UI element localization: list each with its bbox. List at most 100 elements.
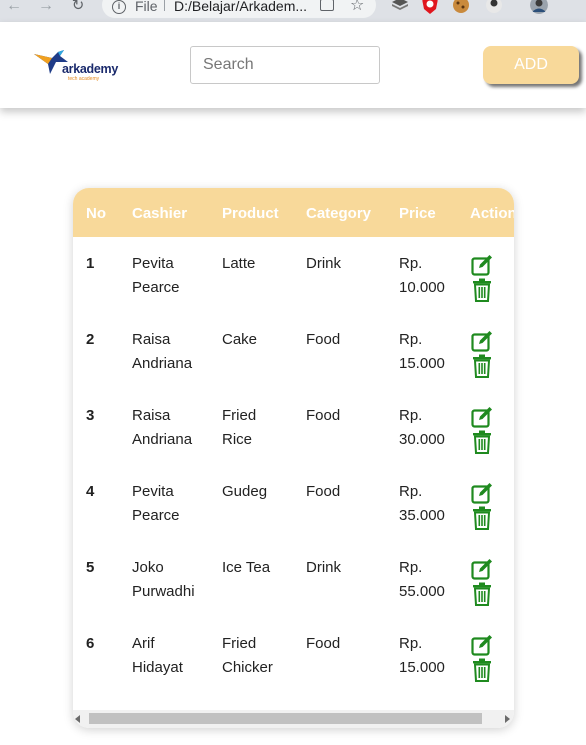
cell-price: Rp. 15.000 [399, 632, 445, 680]
address-bar[interactable]: i File D:/Belajar/Arkadem... ☆ [102, 0, 376, 18]
cell-cashier-line: Andriana [132, 355, 193, 372]
cell-cashier: Pevita Pearce [132, 480, 180, 528]
extension-layers-icon[interactable] [392, 0, 408, 10]
url-text[interactable]: D:/Belajar/Arkadem... [174, 0, 314, 14]
transactions-table: No Cashier Product Category Price Action… [73, 188, 514, 728]
edit-icon[interactable] [471, 254, 493, 276]
row-actions [471, 406, 493, 454]
cell-cashier-line: Pearce [132, 507, 180, 524]
trash-icon[interactable] [471, 354, 493, 378]
logo-wordmark: arkademy [62, 62, 118, 76]
arkademy-logo[interactable]: arkademy tech academy [34, 48, 130, 84]
edit-icon[interactable] [471, 558, 493, 580]
logo-tagline: tech academy [68, 76, 100, 82]
bookmark-star-icon[interactable]: ☆ [350, 0, 364, 15]
cell-product: Ice Tea [222, 556, 270, 580]
cell-cashier-line: Pevita [132, 483, 174, 500]
row-actions [471, 482, 493, 530]
column-header-no: No [86, 205, 106, 222]
cell-cashier-line: Raisa [132, 331, 171, 348]
cell-price: Rp. 30.000 [399, 404, 445, 452]
cell-category: Food [306, 483, 341, 500]
cell-category: Drink [306, 255, 342, 272]
trash-icon[interactable] [471, 430, 493, 454]
profile-avatar-icon[interactable] [530, 0, 548, 14]
table-header: No Cashier Product Category Price Action [73, 188, 514, 237]
trash-icon[interactable] [471, 278, 493, 302]
table-row: 4 Pevita Pearce Gudeg Food Rp. 35.000 [73, 480, 514, 556]
cell-cashier-line: Pevita [132, 255, 174, 272]
table-row: 2 Raisa Andriana Cake Food Rp. 15.000 [73, 328, 514, 404]
cell-price-line: Rp. [399, 407, 423, 424]
cell-product-line: Ice Tea [222, 559, 271, 576]
column-header-price: Price [399, 205, 436, 222]
horizontal-scrollbar[interactable] [73, 710, 514, 728]
edit-icon[interactable] [471, 406, 493, 428]
cell-price: Rp. 55.000 [399, 556, 445, 604]
cell-price-line: 10.000 [399, 279, 445, 296]
table-row: 5 Joko Purwadhi Ice Tea Drink Rp. 55.000 [73, 556, 514, 632]
cell-cashier: Pevita Pearce [132, 252, 180, 300]
cell-price-line: 30.000 [399, 431, 445, 448]
cell-product-line: Latte [222, 255, 256, 272]
trash-icon[interactable] [471, 506, 493, 530]
table-row: 6 Arif Hidayat Fried Chicker Food Rp. 15.000 [73, 632, 514, 708]
cell-price-line: 15.000 [399, 659, 445, 676]
cell-product: Cake [222, 328, 257, 352]
search-input[interactable] [190, 46, 380, 84]
edit-icon[interactable] [471, 330, 493, 352]
cell-no: 5 [86, 559, 95, 576]
edit-icon[interactable] [471, 482, 493, 504]
trash-icon[interactable] [471, 658, 493, 682]
cell-product: Fried Chicker [222, 632, 273, 680]
cell-cashier-line: Joko [132, 559, 164, 576]
back-arrow-icon[interactable]: ← [6, 0, 22, 16]
browser-toolbar: ← → ↻ i File D:/Belajar/Arkadem... ☆ [0, 0, 586, 22]
cell-no: 2 [86, 331, 95, 348]
cell-price: Rp. 15.000 [399, 328, 445, 376]
translate-icon[interactable] [320, 0, 334, 11]
extension-cookie-icon[interactable] [452, 0, 470, 14]
cell-price-line: 55.000 [399, 583, 445, 600]
column-header-cashier: Cashier [132, 205, 188, 222]
cell-price-line: Rp. [399, 483, 423, 500]
info-icon[interactable]: i [112, 0, 126, 14]
add-button[interactable]: ADD [483, 46, 579, 84]
column-header-category: Category [306, 205, 372, 222]
edit-icon[interactable] [471, 634, 493, 656]
cell-category: Food [306, 407, 341, 424]
cell-cashier-line: Andriana [132, 431, 193, 448]
address-divider [164, 0, 165, 11]
table-row: 1 Pevita Pearce Latte Drink Rp. 10.000 [73, 252, 514, 328]
cell-price-line: 15.000 [399, 355, 445, 372]
scroll-left-arrow-icon[interactable] [75, 715, 80, 723]
cell-product-line: Chicker [222, 659, 273, 676]
cell-no: 3 [86, 407, 95, 424]
cell-cashier-line: Hidayat [132, 659, 183, 676]
scroll-right-arrow-icon[interactable] [505, 715, 510, 723]
row-actions [471, 634, 493, 682]
trash-icon[interactable] [471, 582, 493, 606]
cell-cashier: Raisa Andriana [132, 328, 192, 376]
cell-category: Drink [306, 559, 342, 576]
cell-product: Fried Rice [222, 404, 256, 452]
cell-category: Food [306, 635, 341, 652]
forward-arrow-icon[interactable]: → [38, 0, 54, 16]
extension-shield-icon[interactable] [421, 0, 439, 14]
cell-no: 1 [86, 255, 95, 272]
reload-icon[interactable]: ↻ [70, 0, 86, 16]
cell-cashier-line: Pearce [132, 279, 180, 296]
row-actions [471, 330, 493, 378]
cell-cashier: Joko Purwadhi [132, 556, 195, 604]
cell-cashier-line: Raisa [132, 407, 171, 424]
table-row: 3 Raisa Andriana Fried Rice Food Rp. 30.000 [73, 404, 514, 480]
cell-price: Rp. 10.000 [399, 252, 445, 300]
cell-price-line: Rp. [399, 635, 423, 652]
url-scheme: File [135, 0, 158, 14]
cell-product-line: Gudeg [222, 483, 268, 500]
scrollbar-thumb[interactable] [89, 713, 482, 724]
cell-product: Gudeg [222, 480, 267, 504]
cell-cashier-line: Purwadhi [132, 583, 195, 600]
cell-product-line: Fried [222, 407, 257, 424]
extension-avatar-icon[interactable] [485, 0, 503, 14]
